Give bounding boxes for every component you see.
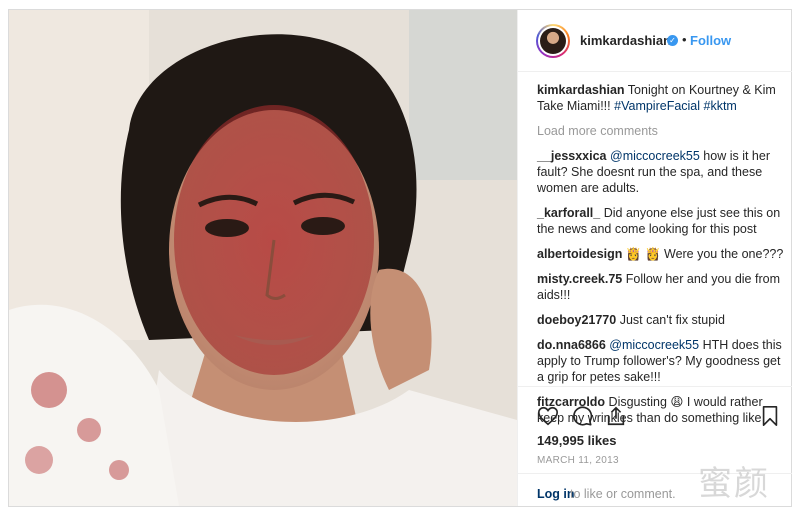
post-date: MARCH 11, 2013 xyxy=(537,455,619,466)
post-photo-illustration xyxy=(9,10,517,506)
verified-badge-icon: ✓ xyxy=(667,35,678,46)
comment-item: _karforall_ Did anyone else just see thi… xyxy=(537,205,787,237)
separator-dot: • xyxy=(682,32,687,47)
comment-text: 👸 👸 Were you the one??? xyxy=(625,247,784,261)
site-watermark: 蜜颜 xyxy=(698,464,770,504)
bookmark-icon[interactable] xyxy=(760,405,780,427)
post-photo[interactable] xyxy=(9,10,517,506)
comment-list: kimkardashian Tonight on Kourtney & Kim … xyxy=(537,82,787,435)
login-link[interactable]: Log in xyxy=(537,487,575,501)
comment-item: misty.creek.75 Follow her and you die fr… xyxy=(537,271,787,303)
header-username[interactable]: kimkardashian xyxy=(580,33,671,48)
follow-button[interactable]: Follow xyxy=(690,33,731,48)
comment-item: do.nna6866 @miccocreek55 HTH does this a… xyxy=(537,337,787,385)
comment-item: __jessxxica @miccocreek55 how is it her … xyxy=(537,148,787,196)
comment-username[interactable]: _karforall_ xyxy=(537,206,600,220)
comment-username[interactable]: do.nna6866 xyxy=(537,338,606,352)
avatar-picture xyxy=(540,28,566,54)
comment-mention[interactable]: @miccocreek55 xyxy=(610,149,700,163)
share-icon[interactable] xyxy=(605,405,627,427)
load-more-comments[interactable]: Load more comments xyxy=(537,123,787,139)
comment-username[interactable]: albertoidesign xyxy=(537,247,622,261)
comment-item: albertoidesign 👸 👸 Were you the one??? xyxy=(537,246,787,262)
caption-username[interactable]: kimkardashian xyxy=(537,83,625,97)
like-count[interactable]: 149,995 likes xyxy=(537,433,617,448)
caption-hashtags[interactable]: #VampireFacial #kktm xyxy=(614,99,737,113)
post-header: kimkardashian ✓ • Follow xyxy=(518,10,792,72)
comment-item: doeboy21770 Just can't fix stupid xyxy=(537,312,787,328)
caption: kimkardashian Tonight on Kourtney & Kim … xyxy=(537,82,787,114)
comment-mention[interactable]: @miccocreek55 xyxy=(609,338,699,352)
heart-icon[interactable] xyxy=(537,405,559,427)
comment-username[interactable]: __jessxxica xyxy=(537,149,607,163)
avatar-inner xyxy=(538,26,568,56)
comment-text: Just can't fix stupid xyxy=(619,313,725,327)
instagram-post: kimkardashian ✓ • Follow kimkardashian T… xyxy=(8,9,792,507)
login-prompt-text: to like or comment. xyxy=(570,487,676,501)
avatar[interactable] xyxy=(536,24,570,58)
post-side-panel: kimkardashian ✓ • Follow kimkardashian T… xyxy=(517,10,792,506)
comment-icon[interactable] xyxy=(571,405,593,427)
comment-username[interactable]: misty.creek.75 xyxy=(537,272,622,286)
comment-username[interactable]: doeboy21770 xyxy=(537,313,616,327)
